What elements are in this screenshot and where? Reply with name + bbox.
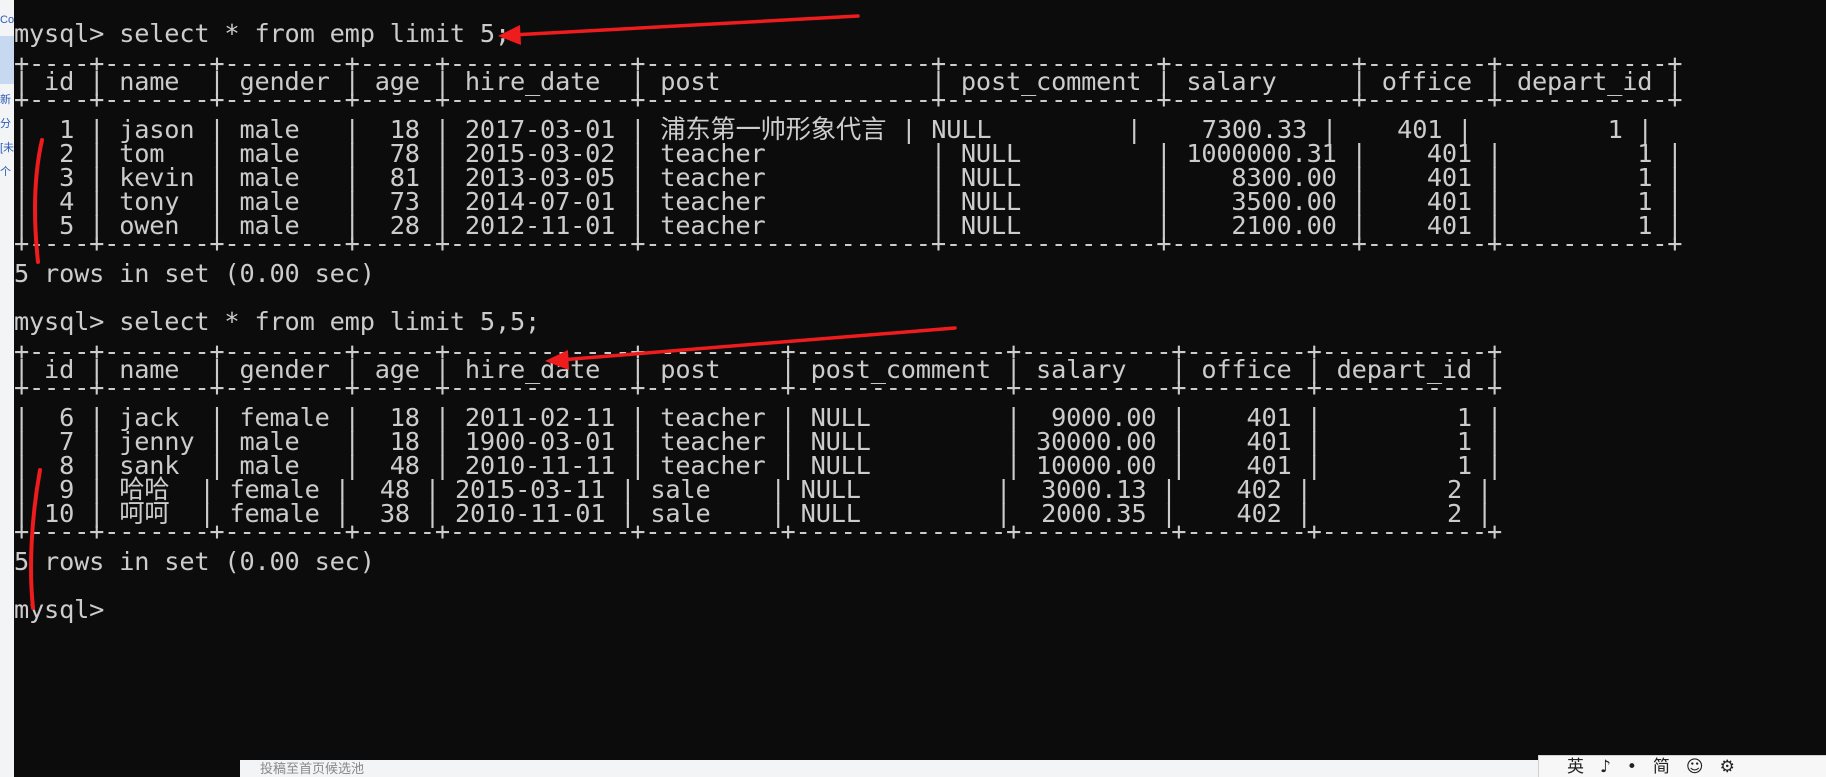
table-border: +----+-------+--------+-----+-----------… [14, 85, 1683, 114]
background-bottom-text: 投稿至首页候选池 [260, 761, 365, 776]
ime-language-button[interactable]: 英 [1567, 757, 1584, 777]
ime-toolbar[interactable]: 英 ♪ • 简 ☺ ⚙ [1538, 755, 1826, 777]
settings-icon[interactable]: ⚙ [1720, 757, 1735, 777]
background-highlight [0, 36, 14, 84]
terminal-line-command: mysql> select * from emp limit 5; [14, 19, 510, 48]
background-page-bottom: 投稿至首页候选池 [240, 760, 1540, 777]
edge-text: 分 [0, 118, 11, 130]
background-page-edge: Co 新 分 [未 个 [0, 0, 14, 777]
music-note-icon[interactable]: ♪ [1600, 757, 1611, 777]
ime-simplified-button[interactable]: 简 [1653, 757, 1670, 777]
result-summary: 5 rows in set (0.00 sec) [14, 547, 375, 576]
edge-text: 新 [0, 94, 11, 106]
terminal-line-command: mysql> select * from emp limit 5,5; [14, 307, 541, 336]
emoji-icon[interactable]: ☺ [1686, 757, 1704, 777]
terminal-prompt[interactable]: mysql> [14, 596, 104, 624]
terminal-window[interactable]: mysql> select * from emp limit 5; +----+… [14, 0, 1826, 777]
table-border: +----+-------+--------+-----+-----------… [14, 373, 1502, 402]
result-summary: 5 rows in set (0.00 sec) [14, 259, 375, 288]
table-border: +----+-------+--------+-----+-----------… [14, 229, 1683, 258]
edge-text: Co [0, 14, 14, 26]
punctuation-dot-icon[interactable]: • [1627, 757, 1637, 777]
edge-text: [未 [0, 142, 14, 154]
edge-text: 个 [0, 166, 11, 178]
table-border: +----+-------+--------+-----+-----------… [14, 517, 1502, 546]
